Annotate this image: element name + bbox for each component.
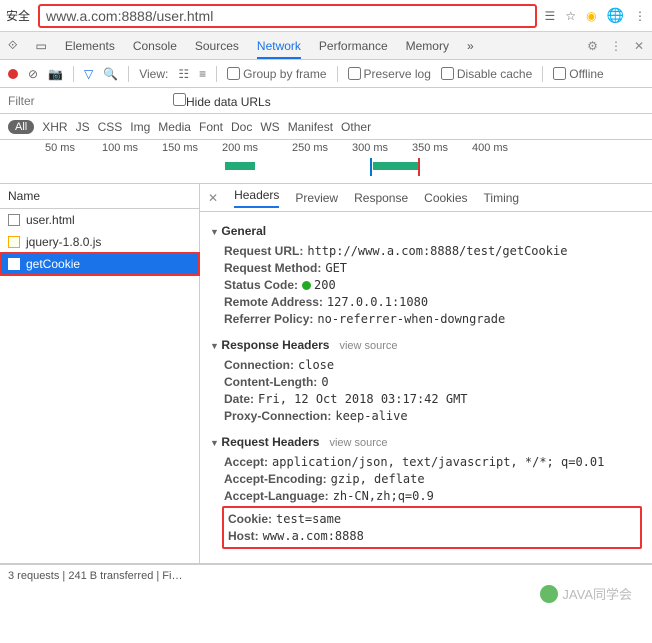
- translate-icon[interactable]: ☰: [545, 9, 556, 23]
- tab-network[interactable]: Network: [257, 33, 301, 59]
- settings-icon[interactable]: ⚙: [587, 39, 598, 53]
- kv-cookie: Cookie:test=same: [228, 512, 638, 526]
- close-icon[interactable]: ✕: [634, 39, 644, 53]
- detail-tab-cookies[interactable]: Cookies: [424, 191, 467, 205]
- dock-icon[interactable]: ⋮: [610, 39, 622, 53]
- extension-icon[interactable]: ◉: [586, 9, 596, 23]
- tab-performance[interactable]: Performance: [319, 33, 388, 59]
- menu-icon[interactable]: ⋮: [634, 9, 646, 23]
- request-row[interactable]: jquery-1.8.0.js: [0, 231, 199, 253]
- timeline-marker-blue: [370, 158, 372, 176]
- kv-status-code: Status Code:200: [224, 278, 642, 292]
- address-bar: 安全 www.a.com:8888/user.html ☰ ☆ ◉ 🌐 ⋮: [0, 0, 652, 32]
- filter-types: All XHR JS CSS Img Media Font Doc WS Man…: [0, 114, 652, 140]
- view-source-link[interactable]: view source: [329, 437, 387, 449]
- group-by-frame-checkbox[interactable]: Group by frame: [227, 67, 326, 81]
- section-response-headers[interactable]: Response Headersview source: [210, 338, 642, 352]
- search-icon[interactable]: 🔍: [103, 67, 118, 81]
- wechat-icon: [540, 585, 558, 603]
- filter-xhr[interactable]: XHR: [42, 120, 67, 134]
- devtools-tabs: ⟐ ▭ Elements Console Sources Network Per…: [0, 32, 652, 60]
- kv-remote-address: Remote Address:127.0.0.1:1080: [224, 295, 642, 309]
- large-rows-icon[interactable]: ☷: [178, 67, 189, 81]
- timeline-bar: [225, 162, 255, 170]
- request-list-pane: Name user.html jquery-1.8.0.js getCookie: [0, 184, 200, 563]
- globe-icon[interactable]: 🌐: [607, 7, 624, 24]
- timeline-marker-red: [418, 158, 420, 176]
- timeline-bar: [373, 162, 418, 170]
- detail-tab-headers[interactable]: Headers: [234, 188, 279, 208]
- kv-request-url: Request URL:http://www.a.com:8888/test/g…: [224, 244, 642, 258]
- filter-all[interactable]: All: [8, 120, 34, 134]
- tab-elements[interactable]: Elements: [65, 33, 115, 59]
- column-header-name[interactable]: Name: [0, 184, 199, 209]
- filter-img[interactable]: Img: [130, 120, 150, 134]
- disable-cache-checkbox[interactable]: Disable cache: [441, 67, 532, 81]
- preserve-log-checkbox[interactable]: Preserve log: [348, 67, 431, 81]
- overview-icon[interactable]: ≡: [199, 67, 206, 81]
- filter-icon[interactable]: ▽: [84, 67, 93, 81]
- network-toolbar: ⊘ 📷 ▽ 🔍 View: ☷ ≡ Group by frame Preserv…: [0, 60, 652, 88]
- kv-date: Date:Fri, 12 Oct 2018 03:17:42 GMT: [224, 392, 642, 406]
- request-row-selected[interactable]: getCookie: [0, 253, 199, 275]
- main-area: Name user.html jquery-1.8.0.js getCookie…: [0, 184, 652, 564]
- detail-tabs: ✕ Headers Preview Response Cookies Timin…: [200, 184, 652, 212]
- highlighted-headers: Cookie:test=same Host:www.a.com:8888: [222, 506, 642, 549]
- detail-tab-timing[interactable]: Timing: [484, 191, 520, 205]
- inspect-icon[interactable]: ⟐: [8, 38, 17, 53]
- bookmark-icon[interactable]: ☆: [565, 9, 576, 23]
- tab-sources[interactable]: Sources: [195, 33, 239, 59]
- filter-media[interactable]: Media: [158, 120, 191, 134]
- filter-input[interactable]: [8, 94, 163, 108]
- status-text: 3 requests | 241 B transferred | Fi…: [8, 570, 182, 582]
- status-dot-icon: [302, 281, 311, 290]
- watermark: JAVA同学会: [540, 584, 632, 603]
- kv-accept: Accept:application/json, text/javascript…: [224, 455, 642, 469]
- section-general[interactable]: General: [210, 224, 642, 238]
- filter-manifest[interactable]: Manifest: [288, 120, 333, 134]
- tab-console[interactable]: Console: [133, 33, 177, 59]
- kv-request-method: Request Method:GET: [224, 261, 642, 275]
- view-label: View:: [139, 67, 168, 81]
- file-icon: [8, 236, 20, 248]
- more-tabs-icon[interactable]: »: [467, 39, 474, 53]
- security-label: 安全: [6, 7, 30, 24]
- view-source-link[interactable]: view source: [339, 340, 397, 352]
- filter-font[interactable]: Font: [199, 120, 223, 134]
- kv-proxy-connection: Proxy-Connection:keep-alive: [224, 409, 642, 423]
- filter-js[interactable]: JS: [76, 120, 90, 134]
- kv-accept-language: Accept-Language:zh-CN,zh;q=0.9: [224, 489, 642, 503]
- kv-content-length: Content-Length:0: [224, 375, 642, 389]
- file-icon: [8, 258, 20, 270]
- detail-tab-preview[interactable]: Preview: [295, 191, 338, 205]
- close-detail-icon[interactable]: ✕: [208, 191, 218, 205]
- record-icon[interactable]: [8, 69, 18, 79]
- device-icon[interactable]: ▭: [35, 39, 46, 53]
- kv-accept-encoding: Accept-Encoding:gzip, deflate: [224, 472, 642, 486]
- filter-other[interactable]: Other: [341, 120, 371, 134]
- capture-icon[interactable]: 📷: [48, 67, 63, 81]
- filter-ws[interactable]: WS: [260, 120, 279, 134]
- filter-doc[interactable]: Doc: [231, 120, 252, 134]
- filter-row: Hide data URLs: [0, 88, 652, 114]
- headers-body: General Request URL:http://www.a.com:888…: [200, 212, 652, 563]
- detail-tab-response[interactable]: Response: [354, 191, 408, 205]
- tab-memory[interactable]: Memory: [406, 33, 449, 59]
- url-input[interactable]: www.a.com:8888/user.html: [38, 4, 537, 28]
- timeline[interactable]: 50 ms 100 ms 150 ms 200 ms 250 ms 300 ms…: [0, 140, 652, 184]
- request-row[interactable]: user.html: [0, 209, 199, 231]
- kv-referrer-policy: Referrer Policy:no-referrer-when-downgra…: [224, 312, 642, 326]
- kv-host: Host:www.a.com:8888: [228, 529, 638, 543]
- clear-icon[interactable]: ⊘: [28, 67, 38, 81]
- filter-css[interactable]: CSS: [98, 120, 123, 134]
- hide-data-urls-checkbox[interactable]: Hide data URLs: [173, 93, 271, 109]
- section-request-headers[interactable]: Request Headersview source: [210, 435, 642, 449]
- file-icon: [8, 214, 20, 226]
- status-bar: 3 requests | 241 B transferred | Fi…: [0, 564, 652, 586]
- detail-pane: ✕ Headers Preview Response Cookies Timin…: [200, 184, 652, 563]
- kv-connection: Connection:close: [224, 358, 642, 372]
- offline-checkbox[interactable]: Offline: [553, 67, 603, 81]
